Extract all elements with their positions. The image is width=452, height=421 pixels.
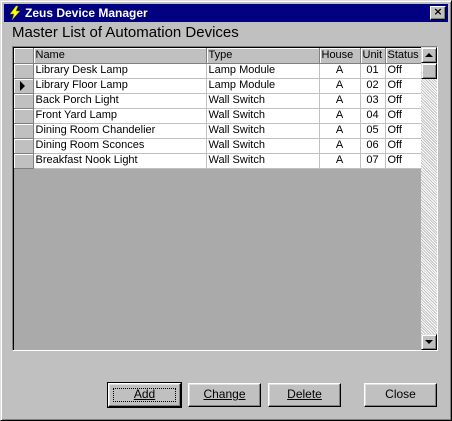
delete-button[interactable]: Delete — [268, 383, 341, 407]
row-selector[interactable] — [14, 78, 34, 94]
cell-status[interactable]: Off — [385, 63, 422, 79]
column-header-house[interactable]: House — [319, 48, 361, 64]
cell-unit[interactable]: 05 — [360, 123, 386, 139]
cell-unit[interactable]: 04 — [360, 108, 386, 124]
add-button-label: Add — [133, 387, 156, 401]
cell-house[interactable]: A — [319, 108, 361, 124]
row-selector[interactable] — [14, 138, 34, 154]
scroll-down-arrow-icon — [425, 340, 433, 344]
row-selector[interactable] — [14, 123, 34, 139]
row-selector[interactable] — [14, 108, 34, 124]
cell-house[interactable]: A — [319, 123, 361, 139]
table-row[interactable]: Breakfast Nook Light Wall Switch A 07 Off — [14, 153, 422, 169]
close-button[interactable]: Close — [364, 383, 437, 407]
cell-name[interactable]: Library Desk Lamp — [33, 63, 207, 79]
change-button-label: Change — [203, 387, 246, 401]
cell-type[interactable]: Lamp Module — [206, 78, 320, 94]
cell-status[interactable]: Off — [385, 78, 422, 94]
change-button[interactable]: Change — [188, 383, 261, 407]
vertical-scrollbar[interactable] — [421, 47, 437, 350]
close-icon: × — [433, 5, 443, 18]
close-window-button[interactable]: × — [430, 5, 446, 20]
cell-name[interactable]: Front Yard Lamp — [33, 108, 207, 124]
cell-unit[interactable]: 07 — [360, 153, 386, 169]
table-row[interactable]: Library Desk Lamp Lamp Module A 01 Off — [14, 63, 422, 79]
devices-table: Name Type House Unit Status Library Desk… — [14, 48, 422, 169]
cell-house[interactable]: A — [319, 78, 361, 94]
cell-unit[interactable]: 03 — [360, 93, 386, 109]
column-header-name[interactable]: Name — [33, 48, 207, 64]
devices-grid[interactable]: Name Type House Unit Status Library Desk… — [12, 46, 438, 351]
table-row[interactable]: Back Porch Light Wall Switch A 03 Off — [14, 93, 422, 109]
cell-status[interactable]: Off — [385, 108, 422, 124]
scroll-up-button[interactable] — [421, 47, 437, 63]
header-row: Name Type House Unit Status — [14, 48, 422, 64]
cell-type[interactable]: Wall Switch — [206, 93, 320, 109]
cell-house[interactable]: A — [319, 153, 361, 169]
cell-status[interactable]: Off — [385, 123, 422, 139]
cell-unit[interactable]: 06 — [360, 138, 386, 154]
current-row-arrow-icon — [20, 80, 25, 91]
cell-unit[interactable]: 02 — [360, 78, 386, 94]
cell-house[interactable]: A — [319, 138, 361, 154]
table-row[interactable]: Library Floor Lamp Lamp Module A 02 Off — [14, 78, 422, 94]
scroll-thumb[interactable] — [421, 63, 437, 79]
cell-name[interactable]: Back Porch Light — [33, 93, 207, 109]
row-selector[interactable] — [14, 93, 34, 109]
cell-type[interactable]: Wall Switch — [206, 108, 320, 124]
table-row[interactable]: Dining Room Sconces Wall Switch A 06 Off — [14, 138, 422, 154]
cell-status[interactable]: Off — [385, 138, 422, 154]
cell-house[interactable]: A — [319, 93, 361, 109]
close-button-label: Close — [385, 387, 416, 401]
cell-status[interactable]: Off — [385, 93, 422, 109]
cell-name[interactable]: Breakfast Nook Light — [33, 153, 207, 169]
cell-unit[interactable]: 01 — [360, 63, 386, 79]
cell-house[interactable]: A — [319, 63, 361, 79]
column-header-type[interactable]: Type — [206, 48, 320, 64]
cell-name[interactable]: Dining Room Chandelier — [33, 123, 207, 139]
device-manager-window: Zeus Device Manager × Master List of Aut… — [0, 0, 452, 421]
row-selector[interactable] — [14, 153, 34, 169]
page-heading: Master List of Automation Devices — [12, 24, 239, 41]
cell-type[interactable]: Wall Switch — [206, 123, 320, 139]
cell-name[interactable]: Dining Room Sconces — [33, 138, 207, 154]
scroll-down-button[interactable] — [421, 334, 437, 350]
table-row[interactable]: Front Yard Lamp Wall Switch A 04 Off — [14, 108, 422, 124]
title-bar[interactable]: Zeus Device Manager × — [4, 4, 448, 22]
window-title: Zeus Device Manager — [25, 6, 148, 20]
table-row[interactable]: Dining Room Chandelier Wall Switch A 05 Off — [14, 123, 422, 139]
column-header-unit[interactable]: Unit — [360, 48, 386, 64]
row-selector[interactable] — [14, 63, 34, 79]
column-header-status[interactable]: Status — [385, 48, 422, 64]
cell-name[interactable]: Library Floor Lamp — [33, 78, 207, 94]
delete-button-label: Delete — [287, 387, 322, 401]
cell-type[interactable]: Wall Switch — [206, 138, 320, 154]
add-button[interactable]: Add — [107, 382, 182, 408]
cell-status[interactable]: Off — [385, 153, 422, 169]
header-corner — [14, 48, 34, 64]
lightning-bolt-icon — [9, 5, 21, 21]
cell-type[interactable]: Lamp Module — [206, 63, 320, 79]
cell-type[interactable]: Wall Switch — [206, 153, 320, 169]
scroll-up-arrow-icon — [425, 53, 433, 57]
